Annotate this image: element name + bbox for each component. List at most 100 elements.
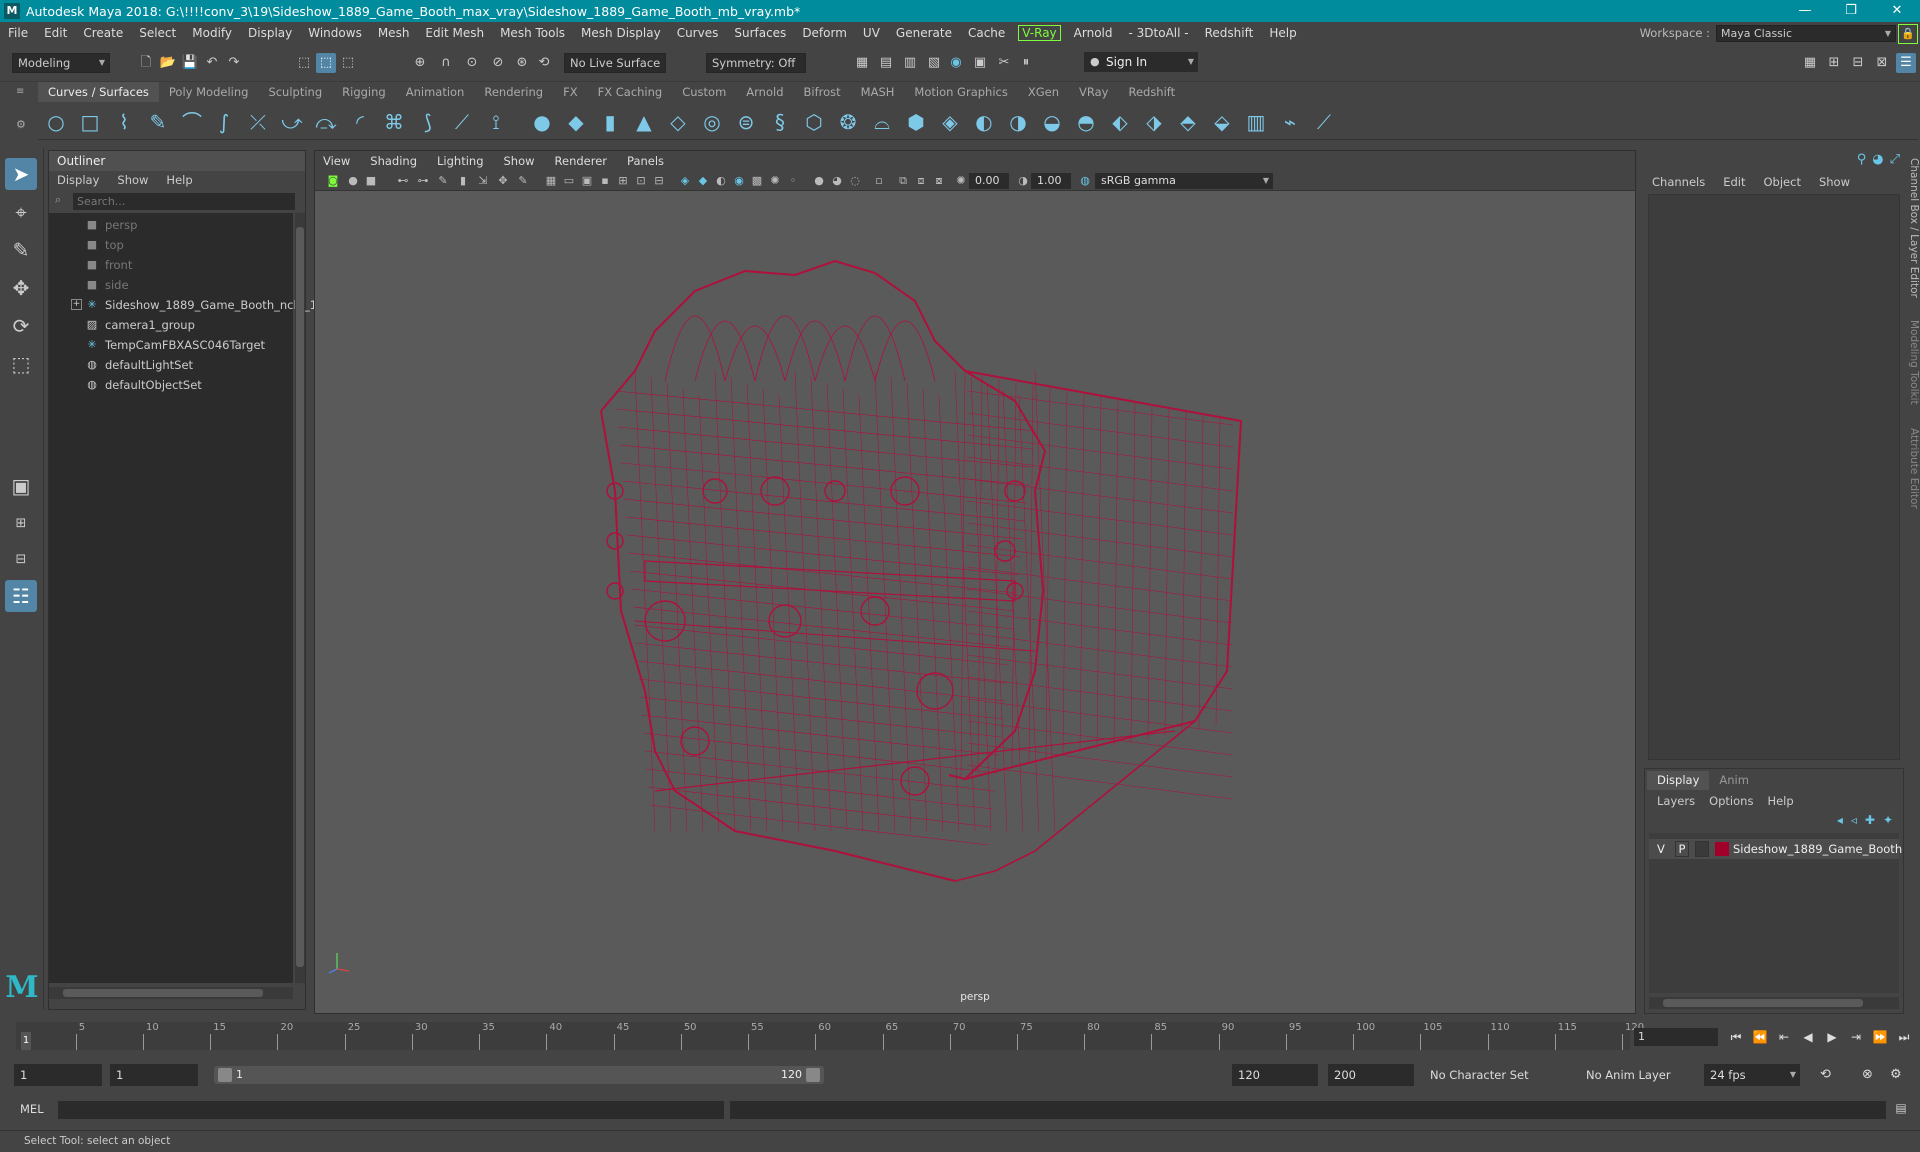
animation-end-field[interactable]: 200	[1328, 1064, 1414, 1086]
four-view-layout-icon[interactable]: ⊞	[5, 508, 37, 540]
shelf-tab-animation[interactable]: Animation	[396, 82, 475, 102]
use-all-lights-icon[interactable]: ▩	[749, 173, 765, 189]
resolution-gate-icon[interactable]: ▣	[579, 173, 595, 189]
layer-menu-layers[interactable]: Layers	[1657, 791, 1695, 811]
expand-icon[interactable]: +	[71, 299, 82, 310]
viewport-menu-view[interactable]: View	[323, 151, 350, 171]
menu-mesh-display[interactable]: Mesh Display	[573, 26, 669, 40]
untrim-icon[interactable]: ◒	[1040, 110, 1064, 134]
minimize-icon[interactable]: —	[1782, 0, 1828, 22]
select-hierarchy-icon[interactable]: ⬚	[294, 53, 314, 73]
ipr-render-icon[interactable]: ▥	[900, 53, 920, 73]
outliner-layout-icon[interactable]: ☷	[5, 580, 37, 612]
redo-icon[interactable]: ↷	[224, 53, 244, 73]
menu-cache[interactable]: Cache	[960, 26, 1013, 40]
insert-isoparm-icon[interactable]: ⬖	[1108, 110, 1132, 134]
outliner-menu-display[interactable]: Display	[57, 171, 99, 190]
time-slider-track[interactable]: 5 10 15 20 25 30 35 40 45 50 55 60 65 70 75 80 85 90 95 100…	[16, 1022, 1644, 1050]
nurbs-square-icon[interactable]: □	[78, 110, 102, 134]
layer-menu-options[interactable]: Options	[1709, 791, 1753, 811]
snap-together-icon[interactable]: ⟲	[534, 53, 554, 73]
layer-horizontal-scrollbar[interactable]	[1649, 997, 1899, 1009]
snap-grid-icon[interactable]: ⊕	[410, 53, 430, 73]
curve-fillet-icon[interactable]: ◜	[348, 110, 372, 134]
xray-icon[interactable]: ✥	[495, 173, 511, 189]
animation-start-field[interactable]: 1	[14, 1064, 102, 1086]
channel-box-menu-edit[interactable]: Edit	[1723, 172, 1745, 192]
menu-select[interactable]: Select	[131, 26, 184, 40]
go-to-end-icon[interactable]: ⏭	[1894, 1028, 1914, 1046]
snap-view-plane-icon[interactable]: ⊘	[488, 53, 508, 73]
menu-file[interactable]: File	[0, 26, 36, 40]
bezier-curve-icon[interactable]: ∫	[212, 110, 236, 134]
loft-icon[interactable]: §	[768, 110, 792, 134]
select-tool-icon[interactable]: ➤	[5, 158, 37, 190]
command-input[interactable]	[58, 1101, 724, 1119]
layer-display-type-toggle[interactable]	[1695, 841, 1709, 857]
nurbs-plane-icon[interactable]: ◇	[666, 110, 690, 134]
close-icon[interactable]: ✕	[1874, 0, 1920, 22]
menu-windows[interactable]: Windows	[300, 26, 370, 40]
safe-title-icon[interactable]: ⊟	[651, 173, 667, 189]
tab-channel-box-layer-editor[interactable]: Channel Box / Layer Editor	[1902, 158, 1920, 298]
menu-deform[interactable]: Deform	[794, 26, 855, 40]
channel-box-menu-show[interactable]: Show	[1819, 172, 1850, 192]
camera-bookmark-icon[interactable]: ▮	[455, 173, 471, 189]
step-back-key-icon[interactable]: ⇤	[1774, 1028, 1794, 1046]
anti-aliasing-icon[interactable]: ◕	[829, 173, 845, 189]
play-backwards-icon[interactable]: ◀	[1798, 1028, 1818, 1046]
menu-vray[interactable]: V-Ray	[1018, 25, 1061, 41]
play-forwards-icon[interactable]: ▶	[1822, 1028, 1842, 1046]
exposure-icon[interactable]: ✺	[953, 173, 969, 189]
attach-surfaces-icon[interactable]: ⬗	[1142, 110, 1166, 134]
step-back-frame-icon[interactable]: ⏪	[1750, 1028, 1770, 1046]
nurbs-cube-icon[interactable]: ◆	[564, 110, 588, 134]
outliner-item-booth[interactable]: + ✳ Sideshow_1889_Game_Booth_ncl1_1	[49, 295, 317, 315]
shelf-tab-rendering[interactable]: Rendering	[474, 82, 553, 102]
menu-3dtoall[interactable]: - 3DtoAll -	[1121, 26, 1197, 40]
motion-blur-icon[interactable]: ●	[811, 173, 827, 189]
grease-pencil-icon[interactable]: ✎	[435, 173, 451, 189]
range-slider-handle[interactable]: 1 120	[214, 1066, 824, 1084]
curve-attach-icon[interactable]: ⤻	[280, 110, 304, 134]
outliner-vertical-scrollbar[interactable]	[295, 213, 305, 983]
attribute-editor-toggle-icon[interactable]: ◕	[1872, 152, 1883, 167]
pencil-curve-icon[interactable]: ✎	[146, 110, 170, 134]
mel-label[interactable]: MEL	[20, 1102, 44, 1116]
outliner-item-camera1-group[interactable]: ▨ camera1_group	[49, 315, 293, 335]
depth-of-field-icon[interactable]: ◌	[847, 173, 863, 189]
revolve-icon[interactable]: ⊜	[734, 110, 758, 134]
viewport-menu-panels[interactable]: Panels	[627, 151, 664, 171]
new-layer-from-selected-icon[interactable]: ✦	[1883, 813, 1893, 827]
planar-icon[interactable]: ⬡	[802, 110, 826, 134]
xray-joints-icon[interactable]: ⧉	[895, 173, 911, 189]
menu-edit-mesh[interactable]: Edit Mesh	[417, 26, 492, 40]
sculpt-geometry-icon[interactable]: ⌁	[1278, 110, 1302, 134]
symmetry-dropdown[interactable]: Symmetry: Off	[706, 53, 806, 73]
textured-icon[interactable]: ◉	[731, 173, 747, 189]
menu-help[interactable]: Help	[1261, 26, 1304, 40]
toggle-layer-editor-icon[interactable]: ☰	[1896, 53, 1916, 73]
shelf-tab-rigging[interactable]: Rigging	[332, 82, 396, 102]
open-close-surfaces-icon[interactable]: ⬙	[1210, 110, 1234, 134]
step-forward-frame-icon[interactable]: ⏩	[1870, 1028, 1890, 1046]
search-options-icon[interactable]: ⌕	[55, 193, 69, 207]
menu-modify[interactable]: Modify	[184, 26, 240, 40]
image-plane-icon[interactable]: ⊷	[395, 173, 411, 189]
curve-insert-knot-icon[interactable]: ⟟	[484, 110, 508, 134]
shelf-tab-bifrost[interactable]: Bifrost	[794, 82, 851, 102]
render-frame-icon[interactable]: ▤	[876, 53, 896, 73]
paint-select-tool-icon[interactable]: ✎	[5, 234, 37, 266]
gamma-icon[interactable]: ◑	[1015, 173, 1031, 189]
layer-tab-display[interactable]: Display	[1647, 771, 1710, 790]
go-to-start-icon[interactable]: ⏮	[1726, 1028, 1746, 1046]
menu-curves[interactable]: Curves	[669, 26, 727, 40]
menu-redshift[interactable]: Redshift	[1197, 26, 1262, 40]
ambient-occlusion-icon[interactable]: ◦	[785, 173, 801, 189]
select-component-icon[interactable]: ⬚	[338, 53, 358, 73]
anim-layer-dropdown[interactable]: No Anim Layer	[1580, 1064, 1690, 1086]
viewport-panel[interactable]: View Shading Lighting Show Renderer Pane…	[314, 150, 1636, 1014]
nurbs-cone-icon[interactable]: ▲	[632, 110, 656, 134]
channel-box-toggle-icon[interactable]: ⚲	[1857, 152, 1867, 167]
outliner-item-default-object-set[interactable]: ◍ defaultObjectSet	[49, 375, 293, 395]
